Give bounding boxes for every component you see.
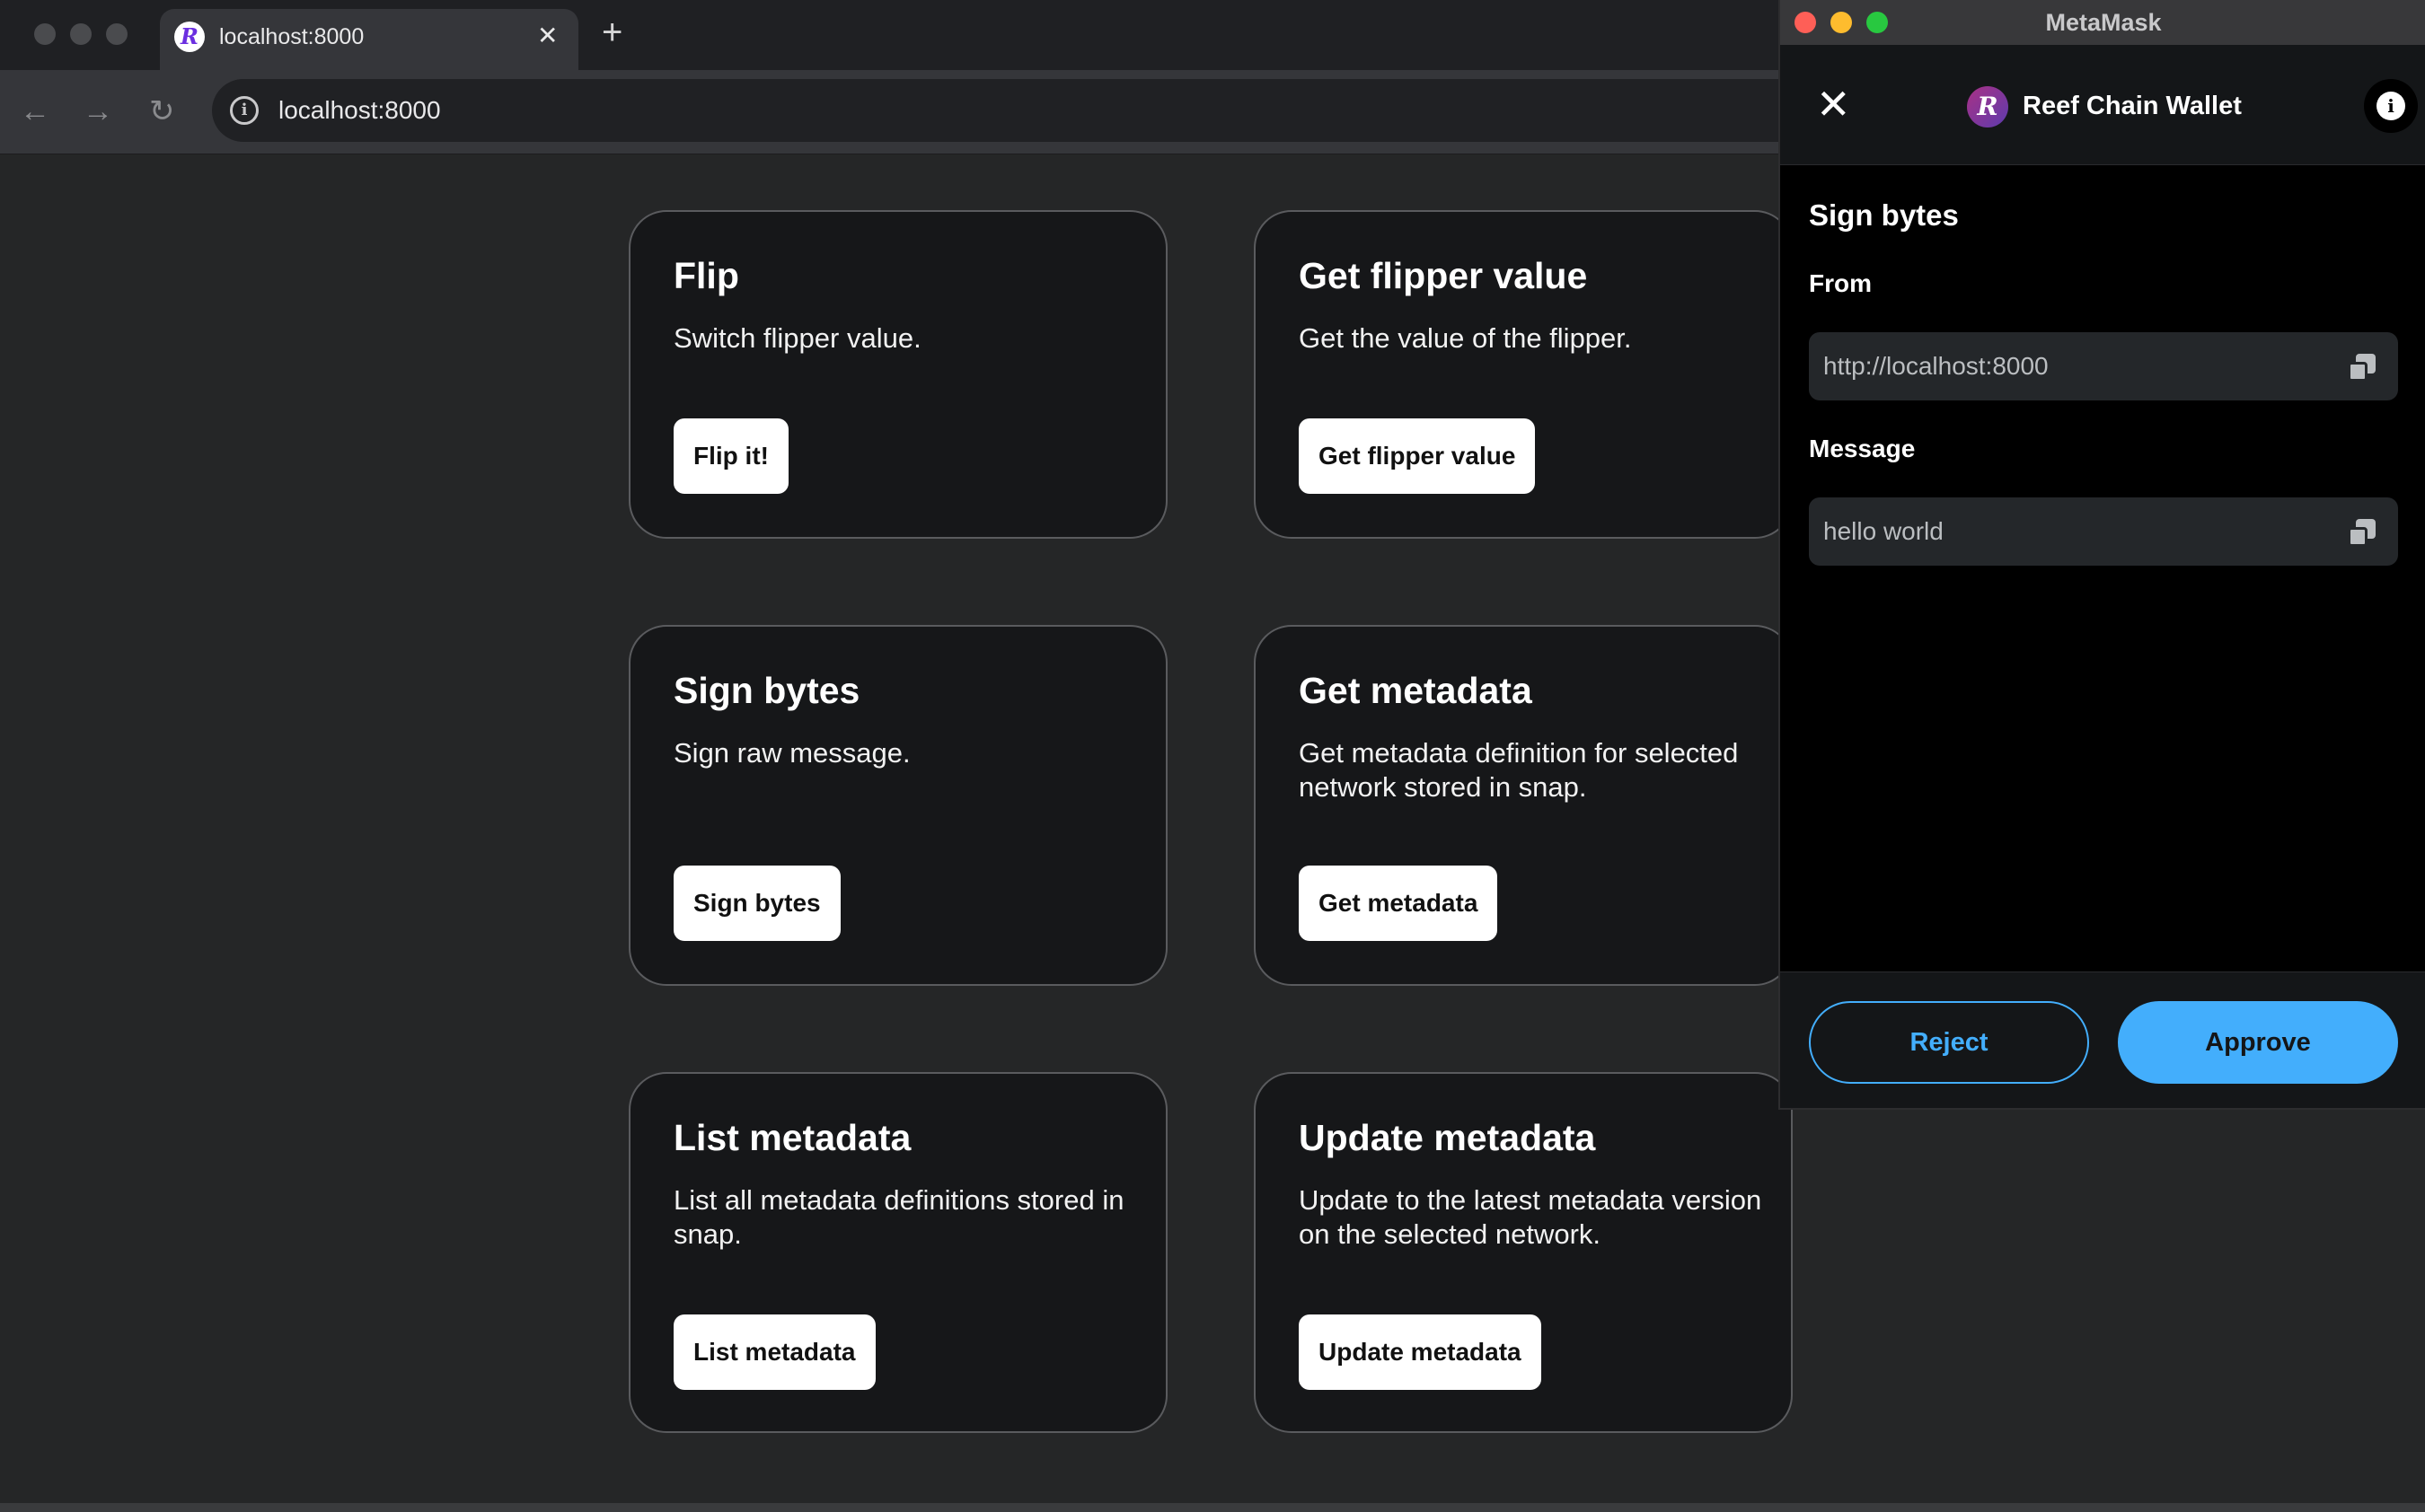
card-update-metadata: Update metadata Update to the latest met… xyxy=(1254,1072,1793,1433)
card-list-metadata: List metadata List all metadata definiti… xyxy=(629,1072,1168,1433)
card-description: Get metadata definition for selected net… xyxy=(1299,737,1739,803)
card-flip: Flip Switch flipper value. Flip it! xyxy=(629,210,1168,539)
metamask-titlebar: MetaMask xyxy=(1780,0,2425,45)
window-close-button[interactable] xyxy=(34,23,56,45)
popup-close-dot[interactable] xyxy=(1794,12,1816,33)
message-label: Message xyxy=(1809,435,1916,462)
card-description: List all metadata definitions stored in … xyxy=(674,1184,1124,1250)
card-title: Sign bytes xyxy=(674,670,860,711)
new-tab-icon[interactable]: + xyxy=(602,14,622,50)
back-arrow-icon[interactable]: ← xyxy=(20,92,50,131)
popup-minimize-dot[interactable] xyxy=(1830,12,1852,33)
card-title: List metadata xyxy=(674,1117,912,1158)
reject-button[interactable]: Reject xyxy=(1809,1001,2089,1084)
snap-name: Reef Chain Wallet xyxy=(2023,92,2242,120)
from-field: http://localhost:8000 xyxy=(1809,332,2398,400)
close-icon[interactable]: ✕ xyxy=(1816,77,1851,131)
dialog-footer: Reject Approve xyxy=(1780,971,2425,1108)
update-metadata-button[interactable]: Update metadata xyxy=(1299,1314,1541,1390)
from-value: http://localhost:8000 xyxy=(1823,352,2049,380)
approve-button[interactable]: Approve xyxy=(2118,1001,2398,1084)
sign-bytes-button[interactable]: Sign bytes xyxy=(674,866,841,941)
popup-zoom-dot[interactable] xyxy=(1866,12,1888,33)
message-field: hello world xyxy=(1809,497,2398,566)
address-bar-url[interactable]: localhost:8000 xyxy=(278,94,441,127)
address-bar[interactable]: i localhost:8000 xyxy=(212,79,1811,142)
metamask-window-title: MetaMask xyxy=(2045,9,2162,36)
card-description: Switch flipper value. xyxy=(674,322,922,354)
get-flipper-value-button[interactable]: Get flipper value xyxy=(1299,418,1536,494)
message-value: hello world xyxy=(1823,517,1944,545)
browser-tab[interactable]: R localhost:8000 ✕ xyxy=(160,9,578,70)
card-title: Get flipper value xyxy=(1299,255,1588,296)
info-icon: i xyxy=(2376,92,2405,120)
reef-favicon-icon: R xyxy=(174,22,205,52)
info-button[interactable]: i xyxy=(2364,79,2418,133)
list-metadata-button[interactable]: List metadata xyxy=(674,1314,876,1390)
card-title: Update metadata xyxy=(1299,1117,1596,1158)
snap-header: ✕ R Reef Chain Wallet i xyxy=(1780,45,2425,165)
card-sign-bytes: Sign bytes Sign raw message. Sign bytes xyxy=(629,625,1168,986)
card-description: Sign raw message. xyxy=(674,737,911,769)
card-get-metadata: Get metadata Get metadata definition for… xyxy=(1254,625,1793,986)
metamask-popup: MetaMask ✕ R Reef Chain Wallet i Sign by… xyxy=(1778,0,2425,1110)
card-description: Get the value of the flipper. xyxy=(1299,322,1632,354)
copy-icon[interactable] xyxy=(2348,354,2376,382)
card-title: Flip xyxy=(674,255,739,296)
flip-it-button[interactable]: Flip it! xyxy=(674,418,789,494)
tab-close-icon[interactable]: ✕ xyxy=(537,20,558,52)
card-title: Get metadata xyxy=(1299,670,1532,711)
window-minimize-button[interactable] xyxy=(70,23,92,45)
reef-logo-icon: R xyxy=(1967,86,2008,127)
reload-icon[interactable]: ↻ xyxy=(149,92,175,131)
site-info-icon[interactable]: i xyxy=(230,96,259,125)
forward-arrow-icon[interactable]: → xyxy=(83,92,113,131)
card-get-flipper-value: Get flipper value Get the value of the f… xyxy=(1254,210,1793,539)
window-zoom-button[interactable] xyxy=(106,23,128,45)
get-metadata-button[interactable]: Get metadata xyxy=(1299,866,1498,941)
card-description: Update to the latest metadata version on… xyxy=(1299,1184,1762,1250)
copy-icon[interactable] xyxy=(2348,519,2376,548)
from-label: From xyxy=(1809,269,1872,297)
tab-title: localhost:8000 xyxy=(219,24,365,49)
bottom-strip xyxy=(0,1503,2425,1512)
dialog-heading: Sign bytes xyxy=(1809,198,1959,232)
